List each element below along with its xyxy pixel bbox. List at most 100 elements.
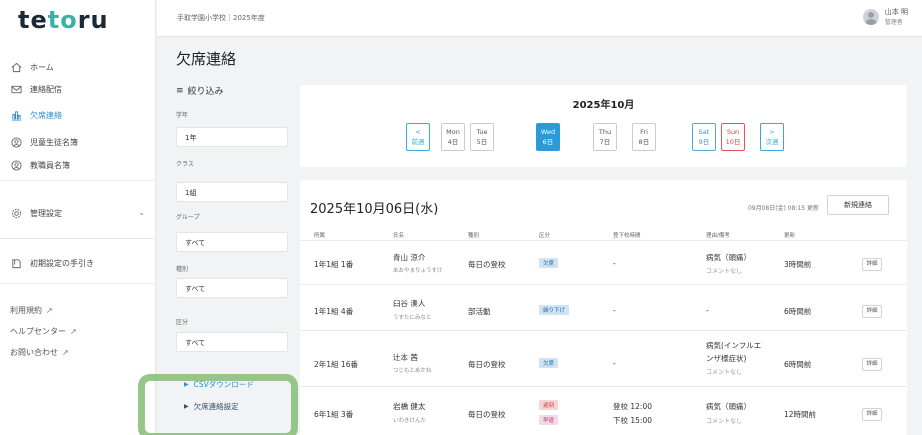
sidebar-divider bbox=[0, 283, 155, 284]
category-label: 区分 bbox=[176, 319, 189, 326]
selected-date-title: 2025年10月06日(水) bbox=[310, 202, 439, 217]
attendance-icon bbox=[10, 109, 23, 122]
day-tue[interactable]: Tue 5日 bbox=[470, 123, 494, 151]
col-header-reason: 理由/備考 bbox=[706, 233, 730, 239]
next-week-button[interactable]: > 次週 bbox=[760, 123, 784, 151]
row-updated: 6時間前 bbox=[784, 307, 812, 316]
day-dow: Sat bbox=[698, 128, 710, 136]
row-divider bbox=[300, 330, 907, 331]
detail-button[interactable]: 詳細 bbox=[862, 358, 882, 371]
day-mon[interactable]: Mon 4日 bbox=[441, 123, 465, 151]
prev-week-button[interactable]: < 前週 bbox=[406, 123, 430, 151]
contact-link[interactable]: お問い合わせ ↗ bbox=[10, 347, 69, 358]
day-wed[interactable]: Wed 6日 bbox=[536, 123, 560, 151]
col-header-name: 氏名 bbox=[393, 233, 405, 239]
detail-button[interactable]: 詳細 bbox=[862, 258, 882, 271]
school-name: 手取学園小学校｜2025年度 bbox=[177, 14, 265, 22]
terms-link[interactable]: 利用規約 ↗ bbox=[10, 305, 53, 316]
row-type: 部活動 bbox=[468, 307, 491, 316]
sidebar-item-broadcast[interactable]: 連絡配信 bbox=[0, 76, 155, 102]
row-updated: 3時間前 bbox=[784, 260, 812, 269]
filter-icon: ≡ bbox=[176, 85, 184, 96]
day-sun[interactable]: Sun 10日 bbox=[721, 123, 745, 151]
row-updated: 6時間前 bbox=[784, 360, 812, 369]
row-name: 臼谷 湊人 bbox=[393, 299, 426, 308]
row-kana: つじもとあかね bbox=[393, 368, 432, 374]
prev-week-arrow: < bbox=[415, 128, 421, 136]
col-header-class: 所属 bbox=[314, 233, 326, 239]
sidebar-item-settings[interactable]: 管理設定 ⌄ bbox=[0, 200, 155, 226]
staff-icon bbox=[10, 159, 23, 172]
book-icon bbox=[10, 257, 23, 270]
row-name: 岩橋 健太 bbox=[393, 402, 426, 411]
day-date: 10日 bbox=[725, 138, 741, 146]
app-logo[interactable]: tetoru bbox=[18, 6, 109, 34]
new-contact-button[interactable]: 新規連絡 bbox=[827, 195, 889, 215]
header-divider bbox=[300, 240, 907, 241]
sidebar-divider bbox=[0, 238, 155, 239]
row-name: 青山 涼介 bbox=[393, 253, 426, 262]
home-icon bbox=[10, 61, 23, 74]
row-type: 毎日の登校 bbox=[468, 410, 506, 419]
external-link-icon: ↗ bbox=[62, 348, 69, 357]
type-select[interactable]: すべて bbox=[176, 278, 288, 298]
external-link-icon: ↗ bbox=[70, 327, 77, 336]
calendar-month-title: 2025年10月 bbox=[572, 100, 635, 111]
class-select[interactable]: 1組 bbox=[176, 182, 288, 202]
row-kana: いわきけんた bbox=[393, 418, 427, 424]
day-dow: Sun bbox=[726, 128, 740, 136]
category-select[interactable]: すべて bbox=[176, 332, 288, 352]
col-header-type: 種別 bbox=[468, 233, 480, 239]
row-reason: 病気(インフルエ bbox=[706, 341, 762, 350]
sidebar-item-label: ホーム bbox=[30, 62, 54, 72]
col-header-category: 区分 bbox=[539, 233, 551, 239]
detail-button[interactable]: 詳細 bbox=[862, 408, 882, 421]
grade-select[interactable]: 1年 bbox=[176, 127, 288, 147]
day-dow: Wed bbox=[540, 128, 556, 136]
detail-button[interactable]: 詳細 bbox=[862, 305, 882, 318]
day-sat[interactable]: Sat 9日 bbox=[692, 123, 716, 151]
row-kana: うすたにみなと bbox=[393, 315, 432, 321]
row-time: - bbox=[613, 259, 616, 268]
sidebar-item-staff[interactable]: 教職員名簿 bbox=[0, 152, 155, 178]
help-center-link[interactable]: ヘルプセンター ↗ bbox=[10, 326, 77, 337]
row-time: 登校 12:00 bbox=[613, 402, 652, 411]
header: 手取学園小学校｜2025年度 山本 明 管理者 bbox=[157, 0, 922, 37]
row-updated: 12時間前 bbox=[784, 410, 817, 419]
row-reason: - bbox=[706, 306, 709, 315]
day-date: 4日 bbox=[447, 138, 459, 146]
row-reason: 病気（頭痛） bbox=[706, 253, 751, 262]
row-divider bbox=[300, 386, 907, 387]
external-link-icon: ↗ bbox=[46, 306, 53, 315]
highlight-annotation bbox=[138, 374, 298, 435]
row-class: 1年1組 4番 bbox=[314, 307, 354, 316]
status-badge: 遅刻 bbox=[539, 400, 559, 410]
group-label: グループ bbox=[176, 214, 200, 221]
user-menu[interactable]: 山本 明 管理者 bbox=[862, 7, 908, 26]
day-date: 5日 bbox=[476, 138, 488, 146]
row-type: 毎日の登校 bbox=[468, 360, 506, 369]
row-class: 2年1組 16番 bbox=[314, 360, 358, 369]
sidebar-item-setup-guide[interactable]: 初期設定の手引き bbox=[0, 250, 155, 276]
sidebar-divider bbox=[0, 180, 155, 181]
sidebar-item-label: 連絡配信 bbox=[30, 84, 62, 94]
day-dow: Mon bbox=[446, 128, 460, 136]
row-time: - bbox=[613, 359, 616, 368]
sidebar-item-attendance[interactable]: 欠席連絡 bbox=[0, 102, 155, 128]
row-reason-cont: ンザ様症状) bbox=[706, 354, 747, 363]
last-updated: 09月08日(金) 08:15 更新 bbox=[747, 205, 819, 212]
week-calendar: 2025年10月 < 前週 Mon 4日 Tue 5日 Wed 6日 Thu 7… bbox=[300, 85, 907, 167]
class-label: クラス bbox=[176, 161, 194, 168]
gear-icon bbox=[10, 207, 23, 220]
day-fri[interactable]: Fri 8日 bbox=[632, 123, 656, 151]
row-note: コメントなし bbox=[706, 369, 743, 376]
next-week-arrow: > bbox=[769, 128, 775, 136]
row-note: コメントなし bbox=[706, 268, 743, 275]
day-date: 8日 bbox=[638, 138, 650, 146]
row-name: 辻本 茜 bbox=[393, 353, 418, 362]
user-name: 山本 明 bbox=[884, 8, 908, 16]
group-select[interactable]: すべて bbox=[176, 232, 288, 252]
day-thu[interactable]: Thu 7日 bbox=[593, 123, 617, 151]
type-label: 種別 bbox=[176, 266, 189, 273]
mail-icon bbox=[10, 83, 23, 96]
